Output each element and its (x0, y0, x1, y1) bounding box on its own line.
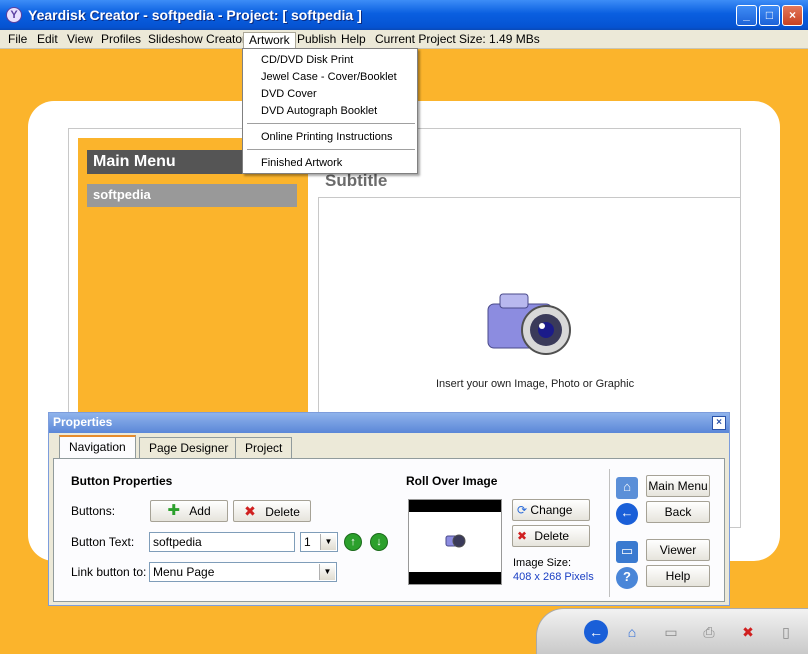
x-icon: ✖ (517, 529, 528, 543)
tab-page-designer[interactable]: Page Designer (139, 437, 239, 458)
artwork-dropdown: CD/DVD Disk Print Jewel Case - Cover/Boo… (242, 48, 418, 174)
link-button-label: Link button to: (71, 565, 147, 579)
x-icon: ✖ (244, 503, 256, 519)
printer-icon[interactable]: ⎙ (697, 620, 721, 644)
button-order-select[interactable]: 1 ▼ (300, 532, 338, 552)
add-button[interactable]: ✚ Add (150, 500, 228, 522)
main-menu-button[interactable]: Main Menu (646, 475, 710, 497)
viewer-button[interactable]: Viewer (646, 539, 710, 561)
menu-button-softpedia[interactable]: softpedia (87, 184, 297, 207)
menu-item-cd-dvd-print[interactable]: CD/DVD Disk Print (261, 54, 353, 66)
close-button[interactable]: × (782, 5, 803, 26)
rollover-image-preview (408, 499, 502, 585)
menu-item-online-printing[interactable]: Online Printing Instructions (261, 131, 392, 143)
menu-separator (247, 123, 415, 124)
menu-slideshow-creator[interactable]: Slideshow Creator (143, 32, 251, 48)
mute-icon[interactable]: ✖ (736, 620, 760, 644)
app-icon: Y (6, 7, 22, 23)
divider (609, 469, 610, 597)
menu-publish[interactable]: Publish (292, 32, 341, 48)
rollover-heading: Roll Over Image (406, 474, 498, 488)
back-arrow-icon[interactable]: ← (616, 503, 638, 525)
buttons-label: Buttons: (71, 504, 116, 518)
move-down-icon[interactable]: ↓ (370, 533, 388, 551)
insert-image-text: Insert your own Image, Photo or Graphic (436, 378, 635, 390)
help-icon[interactable]: ? (616, 567, 638, 589)
help-button[interactable]: Help (646, 565, 710, 587)
back-button[interactable]: Back (646, 501, 710, 523)
change-image-label: Change (530, 503, 573, 517)
button-text-label: Button Text: (71, 535, 135, 549)
back-arrow-icon[interactable]: ← (584, 620, 608, 644)
menu-panel (78, 138, 308, 418)
link-button-select[interactable]: Menu Page ▼ (149, 562, 337, 582)
add-button-label: Add (189, 504, 211, 518)
preview-bottom-bar (409, 572, 501, 584)
menu-item-finished-artwork[interactable]: Finished Artwork (261, 157, 342, 169)
button-properties-heading: Button Properties (71, 474, 173, 488)
button-order-value: 1 (304, 535, 311, 549)
project-size: Current Project Size: 1.49 MBs (375, 32, 540, 46)
menu-file[interactable]: File (3, 32, 32, 48)
menu-view[interactable]: View (62, 32, 98, 48)
image-size-label: Image Size: (513, 557, 572, 569)
minimize-button[interactable]: _ (736, 5, 757, 26)
menu-edit[interactable]: Edit (32, 32, 63, 48)
menu-separator (247, 149, 415, 150)
properties-close-button[interactable]: × (712, 416, 726, 430)
properties-panel: Properties × Navigation Page Designer Pr… (48, 412, 730, 606)
button-text-input[interactable]: softpedia (149, 532, 295, 552)
refresh-icon: ⟳ (517, 503, 528, 517)
title-bar: Y Yeardisk Creator - softpedia - Project… (0, 0, 808, 30)
monitor-icon[interactable]: ▭ (616, 541, 638, 563)
camera-icon (487, 293, 571, 355)
menu-item-jewel-case[interactable]: Jewel Case - Cover/Booklet (261, 71, 397, 83)
delete-image-button[interactable]: ✖ Delete (512, 525, 590, 547)
exit-door-icon[interactable]: ▯ (774, 620, 798, 644)
link-button-value: Menu Page (153, 565, 215, 579)
delete-button-label: Delete (265, 505, 300, 519)
monitor-icon[interactable]: ▭ (659, 620, 683, 644)
preview-top-bar (409, 500, 501, 512)
menu-artwork[interactable]: Artwork (243, 32, 296, 48)
menu-help[interactable]: Help (336, 32, 371, 48)
menu-bar: File Edit View Profiles Slideshow Creato… (0, 30, 808, 49)
menu-profiles[interactable]: Profiles (96, 32, 146, 48)
home-icon[interactable]: ⌂ (616, 477, 638, 499)
camera-icon (445, 534, 466, 548)
tab-navigation[interactable]: Navigation (59, 435, 136, 458)
chevron-down-icon: ▼ (319, 564, 335, 580)
home-icon[interactable]: ⌂ (620, 620, 644, 644)
page-subtitle[interactable]: Subtitle (325, 171, 387, 191)
menu-item-dvd-autograph[interactable]: DVD Autograph Booklet (261, 105, 377, 117)
chevron-down-icon: ▼ (320, 534, 336, 550)
plus-icon: ✚ (167, 502, 180, 519)
maximize-button[interactable]: □ (759, 5, 780, 26)
delete-button[interactable]: ✖ Delete (233, 500, 311, 522)
delete-image-label: Delete (534, 529, 570, 543)
move-up-icon[interactable]: ↑ (344, 533, 362, 551)
image-size-value: 408 x 268 Pixels (513, 571, 594, 583)
window-title: Yeardisk Creator - softpedia - Project: … (28, 7, 362, 23)
properties-title: Properties (49, 413, 729, 433)
tab-project[interactable]: Project (235, 437, 293, 458)
change-image-button[interactable]: ⟳ Change (512, 499, 590, 521)
menu-item-dvd-cover[interactable]: DVD Cover (261, 88, 317, 100)
